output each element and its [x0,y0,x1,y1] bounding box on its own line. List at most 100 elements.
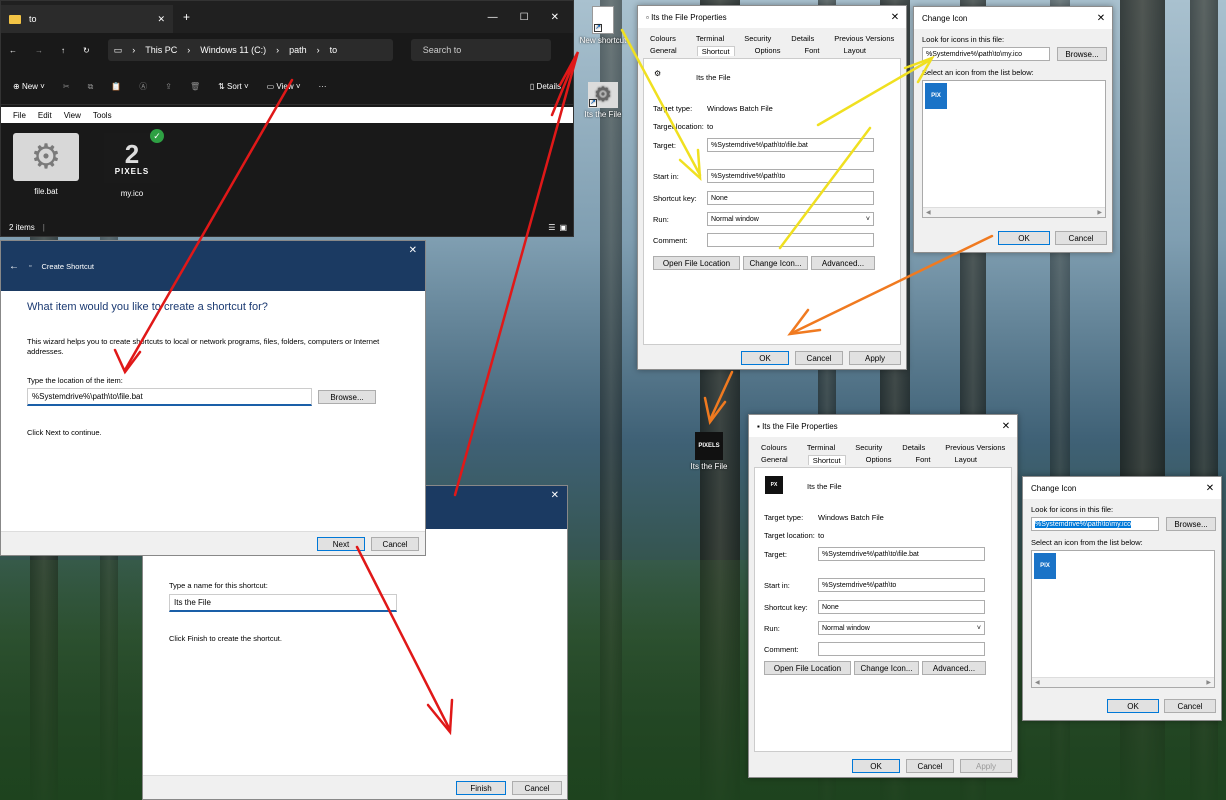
delete-icon[interactable]: 🗑 [190,82,200,91]
desktop-icon-new-shortcut[interactable]: ↗ New shortcut [573,6,633,45]
open-file-location-button[interactable]: Open File Location [653,256,740,270]
tab-general[interactable]: General [646,46,681,56]
close-icon[interactable]: ✕ [1199,483,1221,494]
tab-layout[interactable]: Layout [951,455,982,465]
maximize-icon[interactable]: ☐ [520,12,529,23]
shortcut-name-input[interactable]: Its the File [169,594,397,612]
close-icon[interactable]: ✕ [884,12,906,23]
comment-input[interactable] [818,642,985,656]
tab-shortcut[interactable]: Shortcut [807,455,846,465]
advanced-button[interactable]: Advanced... [922,661,986,675]
tab-previous-versions[interactable]: Previous Versions [941,443,1009,452]
close-icon[interactable]: ✕ [995,421,1017,432]
tab-options[interactable]: Options [862,455,896,465]
change-icon-button[interactable]: Change Icon... [743,256,808,270]
browse-button[interactable]: Browse... [318,390,376,404]
menu-tools[interactable]: Tools [93,111,112,120]
search-input[interactable]: Search to [410,39,551,61]
view-button[interactable]: ▭ View ˅ [267,82,301,91]
start-in-input[interactable]: %Systemdrive%\path\to [707,169,874,183]
menu-edit[interactable]: Edit [38,111,52,120]
tab-font[interactable]: Font [800,46,823,56]
desktop-icon-its-the-file[interactable]: ⚙ ↗ Its the File [573,82,633,119]
sort-button[interactable]: ⇅ Sort ˅ [218,82,249,91]
address-bar[interactable]: ▭ › This PC › Windows 11 (C:) › path › t… [107,39,393,61]
close-icon[interactable]: ✕ [409,245,417,256]
browse-button[interactable]: Browse... [1057,47,1107,61]
copy-icon[interactable]: ⧉ [88,82,94,92]
icon-list[interactable]: PIX ◀ ▶ [1031,550,1215,688]
pixels-logo-icon[interactable]: PIX [1034,553,1056,579]
tab-details[interactable]: Details [787,34,818,43]
menu-view[interactable]: View [64,111,81,120]
comment-input[interactable] [707,233,874,247]
cancel-button[interactable]: Cancel [906,759,954,773]
shortcut-key-input[interactable]: None [818,600,985,614]
finish-button[interactable]: Finish [456,781,506,795]
ok-button[interactable]: OK [741,351,789,365]
browse-button[interactable]: Browse... [1166,517,1216,531]
change-icon-button[interactable]: Change Icon... [854,661,919,675]
tab-colours[interactable]: Colours [646,34,680,43]
run-select[interactable]: Normal window ˅ [818,621,985,635]
shortcut-key-input[interactable]: None [707,191,874,205]
refresh-icon[interactable]: ↻ [83,46,90,55]
share-icon[interactable]: ⇪ [165,82,172,91]
file-item-bat[interactable]: ⚙ file.bat [11,133,81,213]
target-input[interactable]: %Systemdrive%\path\to\file.bat [707,138,874,152]
forward-arrow-icon[interactable]: → [35,46,43,55]
tab-to[interactable]: to ✕ [1,5,173,33]
breadcrumb-windows[interactable]: Windows 11 (C:) [200,45,266,55]
ok-button[interactable]: OK [852,759,900,773]
cancel-button[interactable]: Cancel [371,537,419,551]
tab-font[interactable]: Font [911,455,934,465]
close-icon[interactable]: ✕ [1090,13,1112,24]
list-view-icon[interactable]: ☰ [548,223,555,232]
back-arrow-icon[interactable]: ← [9,46,17,55]
details-button[interactable]: ▯ Details [530,82,561,91]
tab-colours[interactable]: Colours [757,443,791,452]
open-file-location-button[interactable]: Open File Location [764,661,851,675]
more-icon[interactable]: ··· [319,82,327,91]
file-item-ico[interactable]: 2 PIXELS ✓ my.ico [97,129,167,213]
tab-general[interactable]: General [757,455,792,465]
apply-button[interactable]: Apply [849,351,901,365]
new-tab-button[interactable]: + [183,10,190,24]
rename-icon[interactable]: Ⓐ [139,81,147,92]
menu-file[interactable]: File [13,111,26,120]
horizontal-scrollbar[interactable]: ◀ ▶ [1032,677,1214,687]
tile-view-icon[interactable]: ▣ [559,223,567,232]
cut-icon[interactable]: ✂ [63,82,70,91]
icon-file-input[interactable]: %Systemdrive%\path\to\my.ico [1031,517,1159,531]
ok-button[interactable]: OK [1107,699,1159,713]
new-button[interactable]: ⊕ New ˅ [13,82,45,91]
run-select[interactable]: Normal window ˅ [707,212,874,226]
tab-terminal[interactable]: Terminal [803,443,839,452]
tab-shortcut[interactable]: Shortcut [696,46,735,56]
cancel-button[interactable]: Cancel [1055,231,1107,245]
breadcrumb-this-pc[interactable]: This PC [145,45,177,55]
minimize-icon[interactable]: — [488,12,498,23]
paste-icon[interactable]: 📋 [111,82,121,91]
close-tab-icon[interactable]: ✕ [157,14,165,25]
up-arrow-icon[interactable]: ↑ [61,46,65,55]
cancel-button[interactable]: Cancel [795,351,843,365]
next-button[interactable]: Next [317,537,365,551]
cancel-button[interactable]: Cancel [512,781,562,795]
cancel-button[interactable]: Cancel [1164,699,1216,713]
tab-previous-versions[interactable]: Previous Versions [830,34,898,43]
tab-layout[interactable]: Layout [840,46,871,56]
icon-list[interactable]: PIX ◀ ▶ [922,80,1106,218]
close-icon[interactable]: ✕ [551,490,559,501]
location-input[interactable]: %Systemdrive%\path\to\file.bat [27,388,312,406]
start-in-input[interactable]: %Systemdrive%\path\to [818,578,985,592]
apply-button[interactable]: Apply [960,759,1012,773]
tab-options[interactable]: Options [751,46,785,56]
icon-file-input[interactable]: %Systemdrive%\path\to\my.ico [922,47,1050,61]
breadcrumb-path[interactable]: path [289,45,307,55]
tab-details[interactable]: Details [898,443,929,452]
close-icon[interactable]: ✕ [551,12,559,23]
horizontal-scrollbar[interactable]: ◀ ▶ [923,207,1105,217]
tab-security[interactable]: Security [851,443,886,452]
pixels-logo-icon[interactable]: PIX [925,83,947,109]
